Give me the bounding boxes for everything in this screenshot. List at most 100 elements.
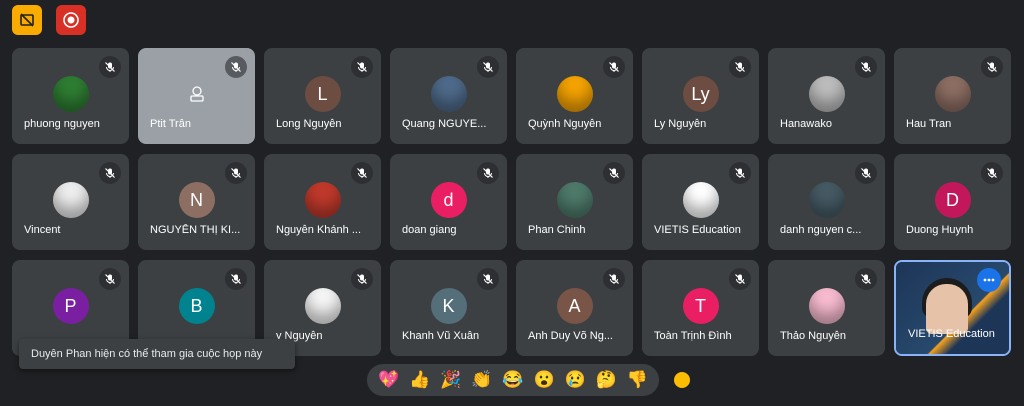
participant-name: NGUYỄN THỊ KI...	[150, 224, 241, 236]
participant-tile[interactable]: A Anh Duy Võ Ng...	[516, 260, 633, 356]
reaction-emoji[interactable]: 👏	[470, 368, 494, 392]
avatar-initial: P	[64, 295, 77, 316]
participant-tile[interactable]: Hanawako	[768, 48, 885, 144]
avatar	[179, 76, 215, 112]
avatar	[52, 182, 89, 218]
participant-name: VIETIS Education	[908, 328, 995, 340]
avatar	[934, 76, 971, 112]
record-icon[interactable]	[56, 5, 86, 35]
reaction-bar: 💖 👍 🎉 👏 😂 😮 😢 🤔 👎	[367, 364, 659, 396]
avatar: Ly	[682, 76, 719, 112]
mic-off-icon	[351, 162, 373, 184]
reaction-emoji[interactable]: 🎉	[439, 368, 463, 392]
mic-off-icon	[855, 162, 877, 184]
participant-tile[interactable]: Quỳnh Nguyễn	[516, 48, 633, 144]
avatar-initial: N	[190, 189, 203, 210]
participant-tile[interactable]: Phan Chinh	[516, 154, 633, 250]
mic-off-icon	[729, 56, 751, 78]
avatar-initial: A	[568, 295, 581, 316]
avatar	[52, 76, 89, 112]
avatar: D	[934, 182, 971, 218]
participant-tile[interactable]: Ly Ly Nguyễn	[642, 48, 759, 144]
reaction-emoji[interactable]: 😮	[532, 368, 556, 392]
participant-name: VIETIS Education	[654, 224, 741, 236]
avatar: P	[52, 288, 89, 324]
mic-off-icon	[729, 162, 751, 184]
participant-name: Hanawako	[780, 118, 832, 130]
avatar-initial: D	[946, 189, 959, 210]
avatar-initial: Ly	[691, 83, 710, 104]
participant-name: Duong Huynh	[906, 224, 974, 236]
avatar-initial: K	[442, 295, 455, 316]
mic-off-icon	[225, 268, 247, 290]
mic-off-icon	[477, 162, 499, 184]
avatar: A	[556, 288, 593, 324]
avatar	[304, 182, 341, 218]
avatar	[556, 182, 593, 218]
participant-grid: phuong nguyen Ptit Trân L Long Nguyễn Quang …	[12, 48, 1014, 356]
participant-name: Toàn Trịnh Đình	[654, 330, 732, 342]
mic-off-icon	[477, 56, 499, 78]
mic-off-icon	[225, 56, 247, 78]
participant-tile[interactable]: Vincent	[12, 154, 129, 250]
mic-off-icon	[351, 268, 373, 290]
avatar-initial: d	[443, 189, 454, 210]
avatar: B	[178, 288, 215, 324]
mic-off-icon	[99, 56, 121, 78]
mic-off-icon	[603, 268, 625, 290]
avatar: d	[430, 182, 467, 218]
avatar	[808, 76, 845, 112]
participant-name: phuong nguyen	[24, 118, 100, 130]
participant-name: Hau Tran	[906, 118, 952, 130]
participant-tile[interactable]: Hau Tran	[894, 48, 1011, 144]
mic-off-icon	[603, 162, 625, 184]
avatar-initial: T	[695, 295, 706, 316]
participant-tile[interactable]: D Duong Huynh	[894, 154, 1011, 250]
participant-tile[interactable]: T Toàn Trịnh Đình	[642, 260, 759, 356]
avatar	[556, 76, 593, 112]
avatar	[430, 76, 467, 112]
reaction-emoji[interactable]: 🤔	[594, 368, 618, 392]
mic-off-icon	[351, 56, 373, 78]
avatar	[304, 288, 341, 324]
participant-name: Anh Duy Võ Ng...	[528, 330, 613, 342]
captions-off-icon[interactable]	[12, 5, 42, 35]
participant-tile[interactable]: Nguyễn Khánh ...	[264, 154, 381, 250]
participant-tile[interactable]: Quang NGUYE...	[390, 48, 507, 144]
participant-tile[interactable]: danh nguyen c...	[768, 154, 885, 250]
mic-off-icon	[99, 162, 121, 184]
participant-name: Ly Nguyễn	[654, 118, 707, 130]
participant-tile[interactable]: VIETIS Education	[642, 154, 759, 250]
skin-tone-icon[interactable]	[672, 370, 692, 390]
participant-name: Long Nguyễn	[276, 118, 342, 130]
participant-name: Nguyễn Khánh ...	[276, 224, 362, 236]
participant-tile[interactable]: Thảo Nguyễn	[768, 260, 885, 356]
avatar: T	[682, 288, 719, 324]
participant-name: Khanh Vũ Xuân	[402, 330, 480, 342]
participant-tile[interactable]: L Long Nguyễn	[264, 48, 381, 144]
participant-tile[interactable]: Ptit Trân	[138, 48, 255, 144]
participant-tile[interactable]: VIETIS Education	[894, 260, 1011, 356]
participant-tile[interactable]: d doan giang	[390, 154, 507, 250]
mic-off-icon	[99, 268, 121, 290]
reaction-emoji[interactable]: 👎	[625, 368, 649, 392]
reaction-emoji[interactable]: 💖	[377, 368, 401, 392]
mic-off-icon	[603, 56, 625, 78]
avatar: N	[178, 182, 215, 218]
reaction-emoji[interactable]: 😂	[501, 368, 525, 392]
more-options-icon[interactable]	[977, 268, 1001, 292]
mic-off-icon	[729, 268, 751, 290]
mic-off-icon	[981, 162, 1003, 184]
participant-tile[interactable]: N NGUYỄN THỊ KI...	[138, 154, 255, 250]
avatar-initial: B	[190, 295, 203, 316]
participant-name: Phan Chinh	[528, 224, 586, 236]
avatar	[682, 182, 719, 218]
reaction-emoji[interactable]: 👍	[408, 368, 432, 392]
mic-off-icon	[981, 56, 1003, 78]
participant-name: Ptit Trân	[150, 118, 191, 130]
participant-name: danh nguyen c...	[780, 224, 862, 236]
reaction-emoji[interactable]: 😢	[563, 368, 587, 392]
participant-tile[interactable]: K Khanh Vũ Xuân	[390, 260, 507, 356]
participant-tile[interactable]: phuong nguyen	[12, 48, 129, 144]
participant-name: doan giang	[402, 224, 457, 236]
